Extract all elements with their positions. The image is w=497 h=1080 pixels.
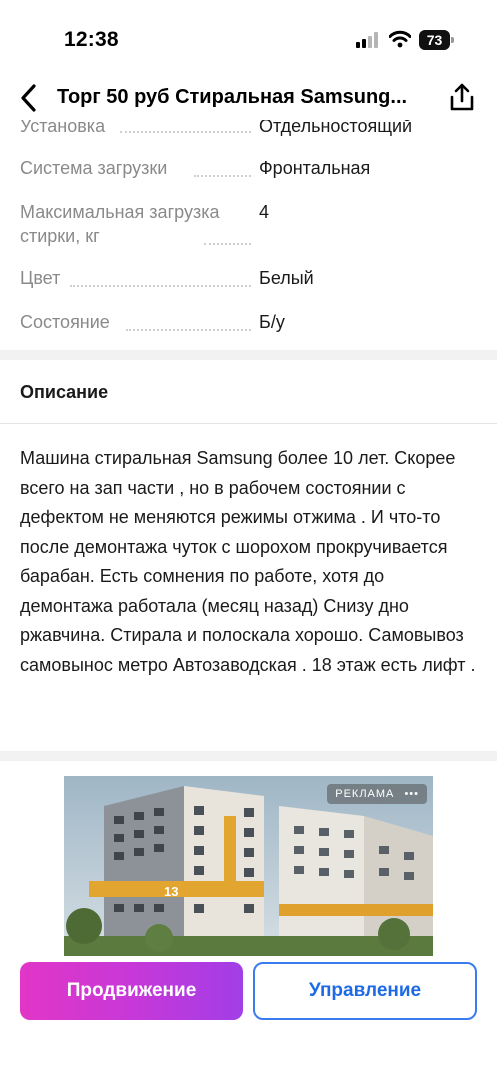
spec-value: Фронтальная	[259, 158, 371, 178]
spec-row: Система загрузки Фронтальная	[20, 156, 480, 180]
spec-label: Максимальная загрузка стирки, кг	[20, 202, 220, 246]
spec-row: Установка Отдельностоящий	[20, 120, 480, 138]
wifi-icon	[389, 30, 411, 48]
section-divider	[0, 350, 497, 360]
spec-value: Отдельностоящий	[259, 120, 413, 136]
divider	[0, 423, 497, 424]
building-number: 13	[164, 884, 179, 899]
share-icon[interactable]	[449, 82, 475, 112]
ad-label-text: РЕКЛАМА	[335, 788, 395, 800]
battery-level: 73	[419, 30, 450, 50]
spec-row: Цвет Белый	[20, 266, 480, 290]
description-title: Описание	[20, 382, 109, 402]
back-icon[interactable]	[18, 82, 40, 114]
spec-value: 4	[259, 202, 270, 222]
section-divider	[0, 751, 497, 761]
promotion-button[interactable]: Продвижение	[20, 962, 243, 1020]
spec-label: Система загрузки	[20, 158, 168, 178]
ad-label[interactable]: РЕКЛАМА •••	[327, 784, 427, 804]
ad-banner[interactable]: 13 РЕКЛАМА •••	[64, 776, 433, 956]
description-text: Машина стиральная Samsung более 10 лет. …	[20, 448, 476, 675]
spec-row: Состояние Б/у	[20, 310, 480, 334]
status-bar: 12:38 73	[0, 0, 497, 80]
spec-row: Максимальная загрузка стирки, кг 4	[20, 200, 480, 250]
more-icon[interactable]: •••	[404, 788, 419, 800]
battery-icon: 73	[419, 30, 455, 50]
spec-label: Установка	[20, 120, 106, 136]
nav-bar: Торг 50 руб Стиральная Samsung...	[0, 76, 497, 120]
specs-list: Установка Отдельностоящий Система загруз…	[0, 120, 497, 350]
spec-value: Б/у	[259, 312, 285, 332]
page-title: Торг 50 руб Стиральная Samsung...	[57, 86, 408, 108]
spec-value: Белый	[259, 268, 314, 288]
signal-icon	[356, 32, 382, 48]
status-time: 12:38	[64, 28, 119, 51]
manage-button[interactable]: Управление	[253, 962, 477, 1020]
